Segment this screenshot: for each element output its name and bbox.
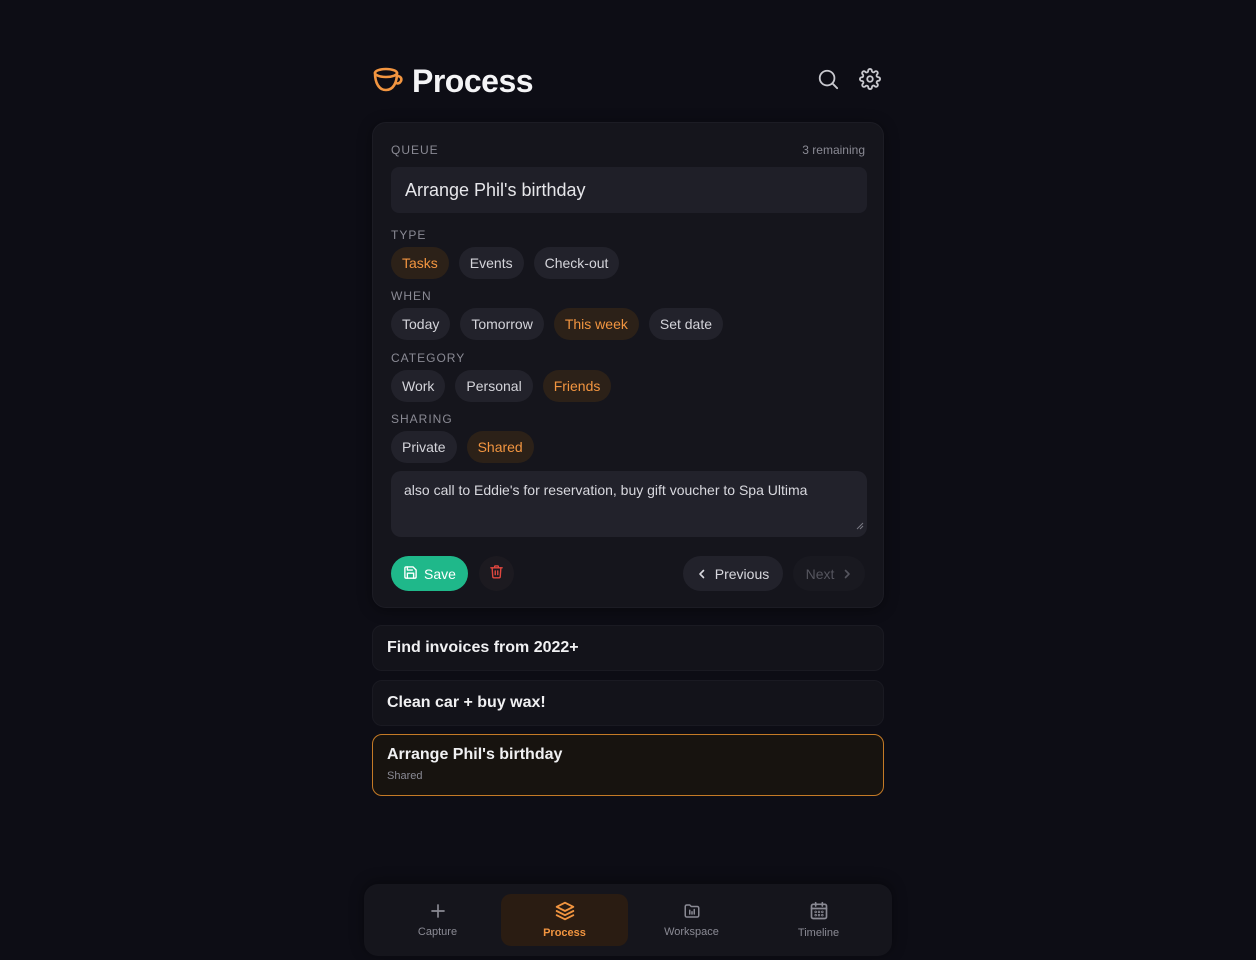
previous-label: Previous: [714, 565, 770, 582]
category-chip-work[interactable]: Work: [391, 370, 446, 402]
delete-button[interactable]: [479, 556, 514, 591]
nav-capture[interactable]: Capture: [374, 894, 501, 946]
next-label: Next: [805, 565, 835, 582]
search-icon: [817, 68, 839, 95]
gear-icon: [859, 67, 881, 95]
nav-workspace[interactable]: Workspace: [628, 894, 755, 946]
save-button[interactable]: Save: [391, 556, 468, 591]
item-title-input[interactable]: Arrange Phil's birthday: [391, 167, 867, 213]
header-actions: [814, 67, 884, 95]
nav-timeline[interactable]: Timeline: [755, 894, 882, 946]
category-chip-personal[interactable]: Personal: [455, 370, 533, 402]
sharing-chip-shared[interactable]: Shared: [466, 431, 534, 463]
sharing-label: SHARING: [391, 412, 453, 426]
when-chip-set-date[interactable]: Set date: [648, 308, 724, 340]
when-label: WHEN: [391, 289, 432, 303]
when-chip-tomorrow[interactable]: Tomorrow: [460, 308, 544, 340]
search-button[interactable]: [814, 67, 842, 95]
bottom-nav: Capture Process Workspace Timeline: [364, 884, 892, 956]
when-chip-this-week[interactable]: This week: [553, 308, 639, 340]
trash-icon: [489, 564, 504, 584]
list-item-subtitle: Shared: [387, 770, 423, 782]
when-options: Today Tomorrow This week Set date: [391, 308, 724, 340]
type-options: Tasks Events Check-out: [391, 247, 620, 279]
queue-label: QUEUE: [391, 143, 439, 157]
list-item[interactable]: Find invoices from 2022+: [372, 625, 884, 671]
settings-button[interactable]: [856, 67, 884, 95]
sharing-chip-private[interactable]: Private: [391, 431, 457, 463]
notes-text: also call to Eddie's for reservation, bu…: [404, 482, 808, 498]
plus-icon: [429, 902, 447, 923]
nav-process-label: Process: [543, 927, 586, 939]
calendar-icon: [809, 901, 829, 924]
cup-icon: [372, 63, 404, 100]
type-label: TYPE: [391, 228, 427, 242]
category-options: Work Personal Friends: [391, 370, 612, 402]
folder-chart-icon: [682, 902, 702, 923]
remaining-count: 3 remaining: [802, 143, 865, 157]
nav-capture-label: Capture: [417, 926, 458, 938]
next-button[interactable]: Next: [793, 556, 865, 591]
when-chip-today[interactable]: Today: [391, 308, 451, 340]
nav-timeline-label: Timeline: [797, 927, 840, 939]
nav-process[interactable]: Process: [501, 894, 628, 946]
list-item-selected[interactable]: Arrange Phil's birthday Shared: [372, 734, 884, 796]
resize-grip-icon[interactable]: [856, 516, 864, 534]
brand: Process: [372, 62, 534, 100]
card-actions: Save Previous Next: [391, 556, 867, 592]
list-item[interactable]: Clean car + buy wax!: [372, 680, 884, 726]
process-card: QUEUE 3 remaining Arrange Phil's birthda…: [372, 122, 884, 608]
app-header: Process: [372, 60, 884, 102]
sharing-options: Private Shared: [391, 431, 534, 463]
list-item-title: Find invoices from 2022+: [387, 639, 579, 656]
type-chip-tasks[interactable]: Tasks: [391, 247, 449, 279]
category-label: CATEGORY: [391, 351, 466, 365]
category-chip-friends[interactable]: Friends: [542, 370, 612, 402]
notes-textarea[interactable]: also call to Eddie's for reservation, bu…: [391, 471, 867, 537]
page-title: Process: [412, 62, 534, 99]
type-chip-check-out[interactable]: Check-out: [533, 247, 620, 279]
layers-icon: [554, 901, 576, 924]
previous-button[interactable]: Previous: [683, 556, 783, 591]
chevron-right-icon: [842, 566, 852, 582]
list-item-title: Clean car + buy wax!: [387, 694, 546, 711]
save-label: Save: [424, 565, 456, 582]
nav-workspace-label: Workspace: [664, 926, 719, 938]
chevron-left-icon: [697, 566, 707, 582]
floppy-disk-icon: [403, 565, 418, 583]
list-item-title: Arrange Phil's birthday: [387, 746, 563, 763]
type-chip-events[interactable]: Events: [458, 247, 524, 279]
